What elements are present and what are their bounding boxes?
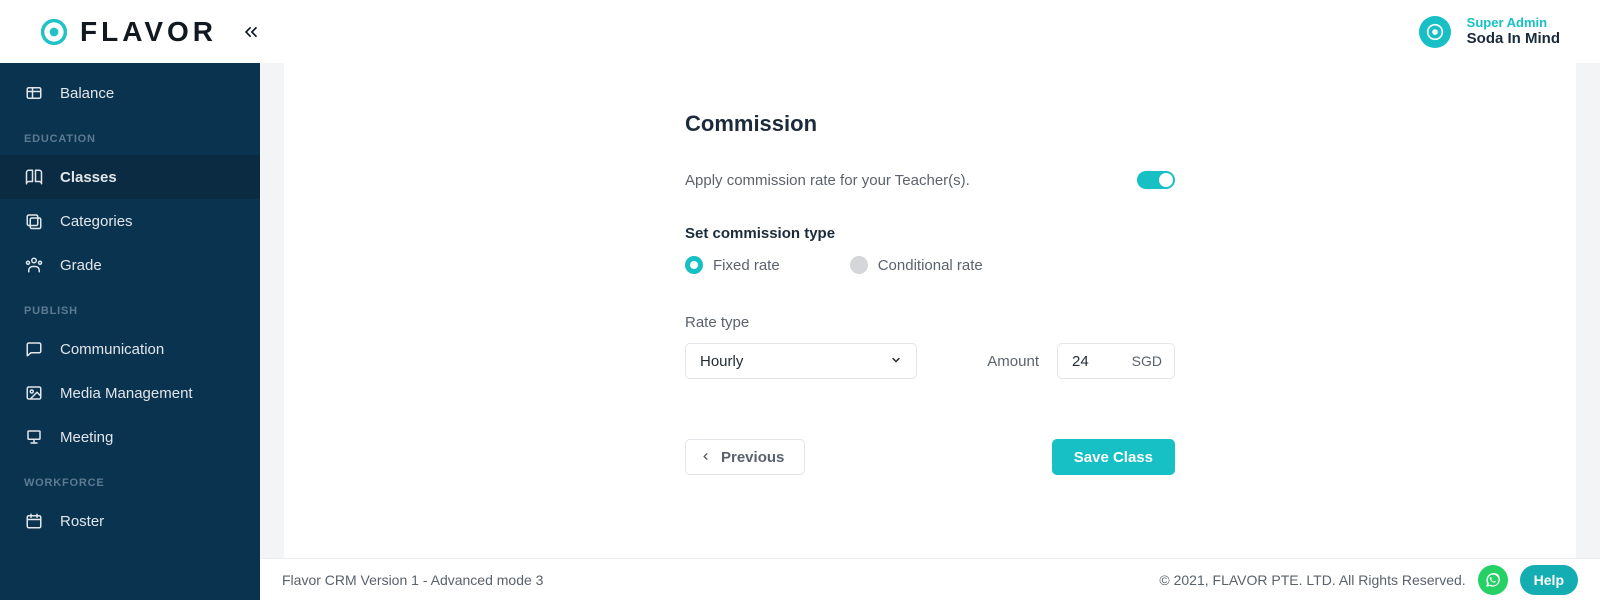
radio-fixed-rate[interactable]: Fixed rate [685, 256, 780, 274]
user-avatar [1419, 16, 1451, 48]
rate-type-row: Hourly Amount SGD [685, 343, 1175, 379]
description-row: Apply commission rate for your Teacher(s… [685, 171, 1175, 189]
section-head-workforce: WORKFORCE [0, 459, 260, 499]
logo-icon [40, 18, 68, 46]
sidebar-item-label: Grade [60, 257, 102, 274]
commission-type-radio-group: Fixed rate Conditional rate [685, 256, 1175, 274]
rate-type-selected-value: Hourly [700, 353, 743, 370]
content: Commission Apply commission rate for you… [260, 63, 1600, 600]
radio-label: Conditional rate [878, 257, 983, 274]
grade-icon [24, 255, 44, 275]
chat-icon [24, 339, 44, 359]
currency-label: SGD [1132, 353, 1162, 369]
whatsapp-button[interactable] [1478, 565, 1508, 595]
book-icon [24, 167, 44, 187]
radio-conditional-rate[interactable]: Conditional rate [850, 256, 983, 274]
radio-label: Fixed rate [713, 257, 780, 274]
sidebar-item-roster[interactable]: Roster [0, 499, 260, 543]
sidebar-item-categories[interactable]: Categories [0, 199, 260, 243]
sidebar-item-label: Roster [60, 513, 104, 530]
sidebar-item-media-management[interactable]: Media Management [0, 371, 260, 415]
sidebar-item-grade[interactable]: Grade [0, 243, 260, 287]
layout: Balance EDUCATION Classes Categories [0, 63, 1600, 600]
save-class-button[interactable]: Save Class [1052, 439, 1175, 475]
brand-logo[interactable]: FLAVOR [40, 16, 217, 48]
sidebar-item-label: Balance [60, 85, 114, 102]
sidebar-item-classes[interactable]: Classes [0, 155, 260, 199]
radio-dot-selected-icon [685, 256, 703, 274]
amount-input-box: SGD [1057, 343, 1175, 379]
toggle-knob [1159, 173, 1173, 187]
user-menu[interactable]: Super Admin Soda In Mind [1419, 15, 1560, 49]
sidebar-item-label: Media Management [60, 385, 193, 402]
sidebar: Balance EDUCATION Classes Categories [0, 63, 260, 600]
amount-input[interactable] [1070, 352, 1110, 371]
user-role: Super Admin [1467, 15, 1560, 31]
sidebar-item-label: Communication [60, 341, 164, 358]
sidebar-item-balance[interactable]: Balance [0, 71, 260, 115]
sidebar-item-label: Classes [60, 169, 117, 186]
version-text: Flavor CRM Version 1 - Advanced mode 3 [282, 572, 543, 588]
amount-group: Amount SGD [987, 343, 1175, 379]
topbar: FLAVOR Super Admin Soda In Mind [0, 0, 1600, 63]
page-title: Commission [685, 111, 1175, 137]
chevron-left-icon [700, 450, 711, 465]
help-button[interactable]: Help [1520, 565, 1578, 595]
previous-button-label: Previous [721, 449, 784, 466]
sidebar-collapse-button[interactable] [241, 22, 261, 42]
chevron-down-icon [890, 354, 902, 369]
rate-type-label: Rate type [685, 314, 1175, 331]
image-icon [24, 383, 44, 403]
radio-dot-off-icon [850, 256, 868, 274]
set-commission-type-label: Set commission type [685, 225, 1175, 242]
footer: Flavor CRM Version 1 - Advanced mode 3 ©… [260, 558, 1600, 600]
footer-right: © 2021, FLAVOR PTE. LTD. All Rights Rese… [1159, 565, 1578, 595]
amount-label: Amount [987, 353, 1039, 370]
section-head-education: EDUCATION [0, 115, 260, 155]
brand-name: FLAVOR [80, 16, 217, 48]
sidebar-item-label: Categories [60, 213, 133, 230]
chevron-double-left-icon [241, 22, 261, 42]
sidebar-item-label: Meeting [60, 429, 113, 446]
rate-type-select[interactable]: Hourly [685, 343, 917, 379]
form-button-row: Previous Save Class [685, 439, 1175, 475]
copyright-text: © 2021, FLAVOR PTE. LTD. All Rights Rese… [1159, 572, 1465, 588]
balance-icon [24, 83, 44, 103]
user-block: Super Admin Soda In Mind [1467, 15, 1560, 49]
categories-icon [24, 211, 44, 231]
description-text: Apply commission rate for your Teacher(s… [685, 172, 970, 189]
user-name: Soda In Mind [1467, 30, 1560, 48]
previous-button[interactable]: Previous [685, 439, 805, 475]
presentation-icon [24, 427, 44, 447]
commission-toggle[interactable] [1137, 171, 1175, 189]
sidebar-item-communication[interactable]: Communication [0, 327, 260, 371]
topbar-left: FLAVOR [40, 16, 261, 48]
form-card: Commission Apply commission rate for you… [284, 63, 1576, 600]
section-head-publish: PUBLISH [0, 287, 260, 327]
commission-form: Commission Apply commission rate for you… [685, 111, 1175, 475]
calendar-icon [24, 511, 44, 531]
whatsapp-icon [1485, 572, 1501, 588]
sidebar-item-meeting[interactable]: Meeting [0, 415, 260, 459]
